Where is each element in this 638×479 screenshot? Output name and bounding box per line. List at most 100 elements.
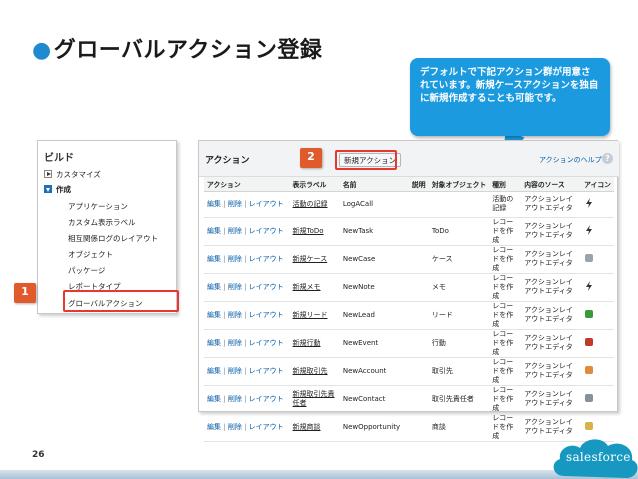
delete-link[interactable]: 削除 <box>228 367 242 375</box>
label-cell: 新規メモ <box>289 273 340 302</box>
sidebar-item-interaction-log-layouts[interactable]: 相互関係ログのレイアウト <box>68 233 158 244</box>
api-name-cell: NewEvent <box>339 329 409 358</box>
step-badge-2: 2 <box>300 148 322 168</box>
help-icon[interactable]: ? <box>602 153 613 164</box>
separator: | <box>244 422 247 431</box>
help-link[interactable]: アクションのヘルプ <box>539 155 602 165</box>
callout-text: デフォルトで下記アクション群が用意されています。新規ケースアクションを独自に新規… <box>420 67 599 104</box>
sidebar-item-label: 相互関係ログのレイアウト <box>68 234 158 243</box>
sidebar-item-customize[interactable]: カスタマイズ <box>44 169 101 180</box>
type-cell: レコードを作成 <box>489 413 522 442</box>
layout-link[interactable]: レイアウト <box>249 283 284 291</box>
separator: | <box>244 254 247 263</box>
icon-cell <box>581 273 614 302</box>
type-cell: レコードを作成 <box>489 273 522 302</box>
separator: | <box>223 422 226 431</box>
column-header[interactable]: アイコン <box>581 177 614 192</box>
page-number: 26 <box>32 450 45 460</box>
edit-link[interactable]: 編集 <box>207 339 221 347</box>
sidebar-item-custom-labels[interactable]: カスタム表示ラベル <box>68 217 136 228</box>
table-header-row: アクション 表示ラベル 名前 説明 対象オブジェクト 種別 内容のソース アイコ… <box>204 177 614 192</box>
sidebar-item-packages[interactable]: パッケージ <box>68 265 105 276</box>
layout-link[interactable]: レイアウト <box>249 423 284 431</box>
description-cell <box>408 413 429 442</box>
action-label-link[interactable]: 新規商談 <box>293 423 321 431</box>
action-label-link[interactable]: 新規メモ <box>293 283 321 291</box>
layout-link[interactable]: レイアウト <box>249 255 284 263</box>
edit-link[interactable]: 編集 <box>207 227 221 235</box>
delete-link[interactable]: 削除 <box>228 339 242 347</box>
label-cell: 新規商談 <box>289 413 340 442</box>
delete-link[interactable]: 削除 <box>228 395 242 403</box>
footer-bar <box>0 470 638 479</box>
column-header[interactable]: 表示ラベル <box>289 177 340 192</box>
column-header[interactable]: 説明 <box>408 177 429 192</box>
edit-link[interactable]: 編集 <box>207 367 221 375</box>
content-source-cell: アクションレイアウトエディタ <box>521 329 582 358</box>
table-row: 編集 | 削除 | レイアウト 新規ToDo NewTask ToDo レコードを作成ア… <box>204 217 614 246</box>
layout-link[interactable]: レイアウト <box>249 395 284 403</box>
separator: | <box>223 226 226 235</box>
action-label-link[interactable]: 新規ケース <box>293 255 328 263</box>
table-body: 編集 | 削除 | レイアウト 活動の記録 LogACall 活動の記録 アクションレイ… <box>204 191 614 442</box>
layout-link[interactable]: レイアウト <box>249 339 284 347</box>
table-row: 編集 | 削除 | レイアウト 新規取引先責任者 NewContact 取引先責任者レ… <box>204 385 614 414</box>
delete-link[interactable]: 削除 <box>228 311 242 319</box>
content-source-cell: アクションレイアウトエディタ <box>521 191 582 218</box>
content-source-cell: アクションレイアウトエディタ <box>521 357 582 386</box>
bolt-icon <box>584 224 594 235</box>
description-cell <box>408 357 429 386</box>
column-header[interactable]: アクション <box>204 177 290 192</box>
label-cell: 新規取引先 <box>289 357 340 386</box>
column-header[interactable]: 種別 <box>489 177 522 192</box>
content-source-cell: アクションレイアウトエディタ <box>521 217 582 246</box>
icon-cell <box>581 217 614 246</box>
expand-icon[interactable] <box>44 170 52 178</box>
action-label-link[interactable]: 活動の記録 <box>293 200 328 208</box>
slide-title-text: グローバルアクション登録 <box>53 38 323 63</box>
collapse-icon[interactable] <box>44 185 52 193</box>
type-cell: 活動の記録 <box>489 191 522 218</box>
delete-link[interactable]: 削除 <box>228 227 242 235</box>
edit-link[interactable]: 編集 <box>207 311 221 319</box>
delete-link[interactable]: 削除 <box>228 200 242 208</box>
icon-cell <box>581 357 614 386</box>
edit-link[interactable]: 編集 <box>207 200 221 208</box>
icon-cell <box>581 385 614 414</box>
bolt-icon <box>584 280 594 291</box>
action-label-link[interactable]: 新規行動 <box>293 339 321 347</box>
delete-link[interactable]: 削除 <box>228 283 242 291</box>
case-icon <box>584 253 594 263</box>
api-name-cell: NewCase <box>339 245 409 274</box>
edit-link[interactable]: 編集 <box>207 283 221 291</box>
layout-link[interactable]: レイアウト <box>249 227 284 235</box>
action-label-link[interactable]: 新規リード <box>293 311 328 319</box>
sidebar-item-objects[interactable]: オブジェクト <box>68 249 113 260</box>
callout-bubble: デフォルトで下記アクション群が用意されています。新規ケースアクションを独自に新規… <box>410 58 610 136</box>
row-actions-cell: 編集 | 削除 | レイアウト <box>204 385 290 414</box>
edit-link[interactable]: 編集 <box>207 423 221 431</box>
action-label-link[interactable]: 新規取引先 <box>293 367 328 375</box>
row-actions-cell: 編集 | 削除 | レイアウト <box>204 217 290 246</box>
layout-link[interactable]: レイアウト <box>249 200 284 208</box>
delete-link[interactable]: 削除 <box>228 255 242 263</box>
target-object-cell <box>428 191 490 218</box>
api-name-cell: NewLead <box>339 301 409 330</box>
separator: | <box>244 226 247 235</box>
action-label-link[interactable]: 新規取引先責任者 <box>293 390 335 407</box>
table-row: 編集 | 削除 | レイアウト 新規ケース NewCase ケース レコードを作成 アクシ… <box>204 245 614 274</box>
delete-link[interactable]: 削除 <box>228 423 242 431</box>
panel-header: アクション 新規アクション アクションのヘルプ ? <box>199 141 619 177</box>
table-row: 編集 | 削除 | レイアウト 新規メモ NewNote メモ レコードを作成 アクション… <box>204 273 614 302</box>
column-header[interactable]: 内容のソース <box>521 177 582 192</box>
action-label-link[interactable]: 新規ToDo <box>293 227 324 235</box>
column-header[interactable]: 名前 <box>339 177 409 192</box>
sidebar-item-create[interactable]: 作成 <box>44 184 71 195</box>
edit-link[interactable]: 編集 <box>207 395 221 403</box>
sidebar-item-apps[interactable]: アプリケーション <box>68 201 128 212</box>
layout-link[interactable]: レイアウト <box>249 311 284 319</box>
layout-link[interactable]: レイアウト <box>249 367 284 375</box>
edit-link[interactable]: 編集 <box>207 255 221 263</box>
bullet-icon: ● <box>32 38 52 63</box>
column-header[interactable]: 対象オブジェクト <box>428 177 490 192</box>
